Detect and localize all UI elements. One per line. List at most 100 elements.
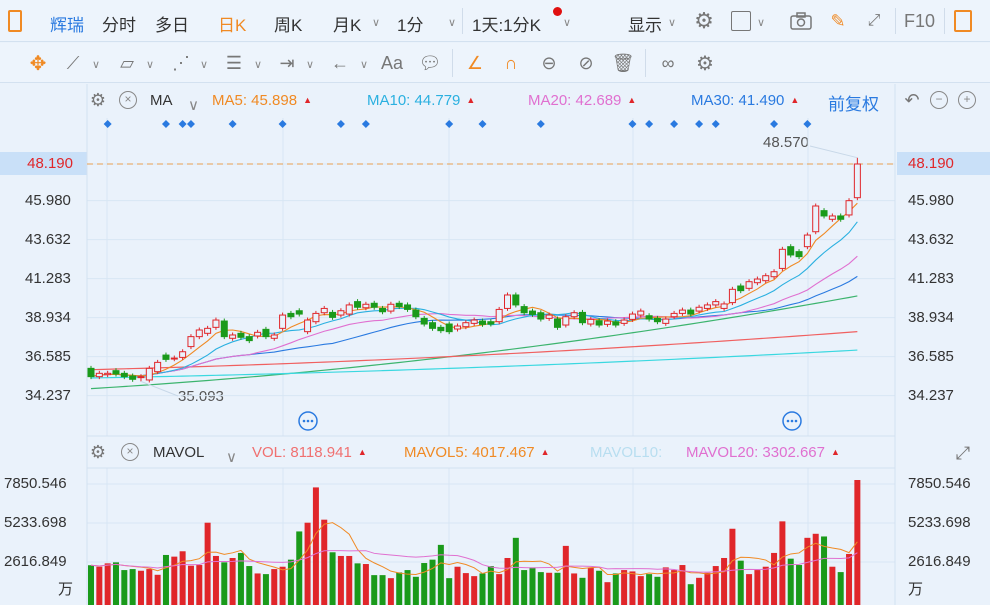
candle-down: [645, 315, 653, 320]
volume-bar: [637, 576, 644, 605]
candle-down: [553, 318, 561, 328]
kline-chart[interactable]: [0, 0, 990, 605]
candle-down: [112, 370, 120, 375]
candle-down: [429, 322, 437, 329]
candle-down: [837, 215, 845, 220]
event-marker-icon: [803, 120, 812, 128]
volume-bar: [437, 544, 444, 605]
candle-up: [270, 334, 278, 339]
candle-down: [487, 321, 495, 325]
candle-up: [678, 309, 686, 314]
volume-bar: [404, 570, 411, 605]
ma20-line: [90, 255, 858, 378]
candle-up: [387, 303, 395, 312]
volume-bar: [604, 582, 611, 605]
volume-bar: [387, 578, 394, 605]
candle-down: [537, 312, 545, 320]
candle-up: [304, 319, 312, 333]
ma-line-red: [90, 331, 858, 371]
more-dot-icon: [786, 419, 790, 423]
candle-up: [745, 281, 753, 289]
candle-up: [712, 301, 720, 306]
volume-bar: [396, 572, 403, 605]
candle-down: [404, 304, 412, 310]
candle-down: [370, 302, 378, 308]
volume-bar: [421, 563, 428, 605]
volume-bar: [787, 558, 794, 605]
candle-up: [462, 322, 470, 328]
volume-bar: [512, 537, 519, 605]
candle-down: [445, 323, 453, 333]
candle-up: [279, 314, 287, 329]
candle-down: [395, 302, 403, 308]
volume-bar: [279, 566, 286, 605]
candle-down: [420, 317, 428, 325]
volume-bar: [529, 567, 536, 605]
candle-down: [262, 328, 270, 338]
candle-up: [753, 278, 761, 284]
volume-bar: [362, 564, 369, 605]
candle-up: [728, 288, 736, 304]
volume-bar: [196, 565, 203, 605]
volume-bar: [504, 557, 511, 605]
volume-bar: [354, 563, 361, 605]
candle-up: [362, 303, 370, 309]
event-marker-icon: [103, 120, 112, 128]
candle-down: [437, 326, 445, 332]
candle-down: [379, 307, 387, 313]
volume-bar: [754, 570, 761, 605]
candle-down: [354, 301, 362, 308]
candle-down: [795, 251, 803, 258]
volume-bar: [579, 577, 586, 605]
volume-bar: [612, 573, 619, 605]
volume-bar: [412, 576, 419, 605]
volume-bar: [221, 562, 228, 605]
event-marker-icon: [478, 120, 487, 128]
candle-up: [628, 313, 636, 320]
volume-bar: [104, 563, 111, 605]
event-marker-icon: [178, 120, 187, 128]
candle-down: [653, 317, 661, 323]
candle-up: [587, 318, 595, 325]
candle-up: [229, 334, 237, 339]
volume-bar: [846, 553, 853, 605]
candle-up: [154, 361, 162, 373]
candle-up: [337, 310, 345, 316]
volume-bar: [129, 569, 136, 605]
volume-bar: [271, 569, 278, 605]
candle-up: [803, 234, 811, 248]
candle-down: [820, 210, 828, 217]
volume-bar: [162, 554, 169, 605]
candle-up: [662, 318, 670, 324]
candle-up: [312, 312, 320, 323]
candle-up: [603, 320, 611, 325]
volume-bar: [229, 557, 236, 605]
more-dot-icon: [302, 419, 306, 423]
event-marker-icon: [278, 120, 287, 128]
candle-up: [320, 307, 328, 314]
candle-down: [512, 294, 520, 306]
volume-bar: [571, 573, 578, 605]
volume-bar: [312, 487, 319, 605]
volume-bar: [496, 574, 503, 605]
volume-bar: [687, 584, 694, 605]
event-marker-icon: [770, 120, 779, 128]
volume-bar: [371, 575, 378, 605]
candle-up: [212, 319, 220, 328]
volume-bar: [696, 577, 703, 605]
event-marker-icon: [361, 120, 370, 128]
candle-down: [220, 320, 228, 338]
volume-bar: [88, 565, 94, 605]
volume-bar: [179, 551, 186, 605]
candle-up: [845, 200, 853, 216]
volume-bar: [262, 574, 269, 605]
volume-bar: [521, 570, 528, 605]
candle-up: [828, 215, 836, 220]
event-marker-icon: [670, 120, 679, 128]
candle-down: [520, 306, 528, 314]
event-marker-icon: [336, 120, 345, 128]
volume-bar: [729, 528, 736, 605]
volume-bar: [346, 555, 353, 605]
event-marker-icon: [161, 120, 170, 128]
candle-up: [637, 310, 645, 316]
